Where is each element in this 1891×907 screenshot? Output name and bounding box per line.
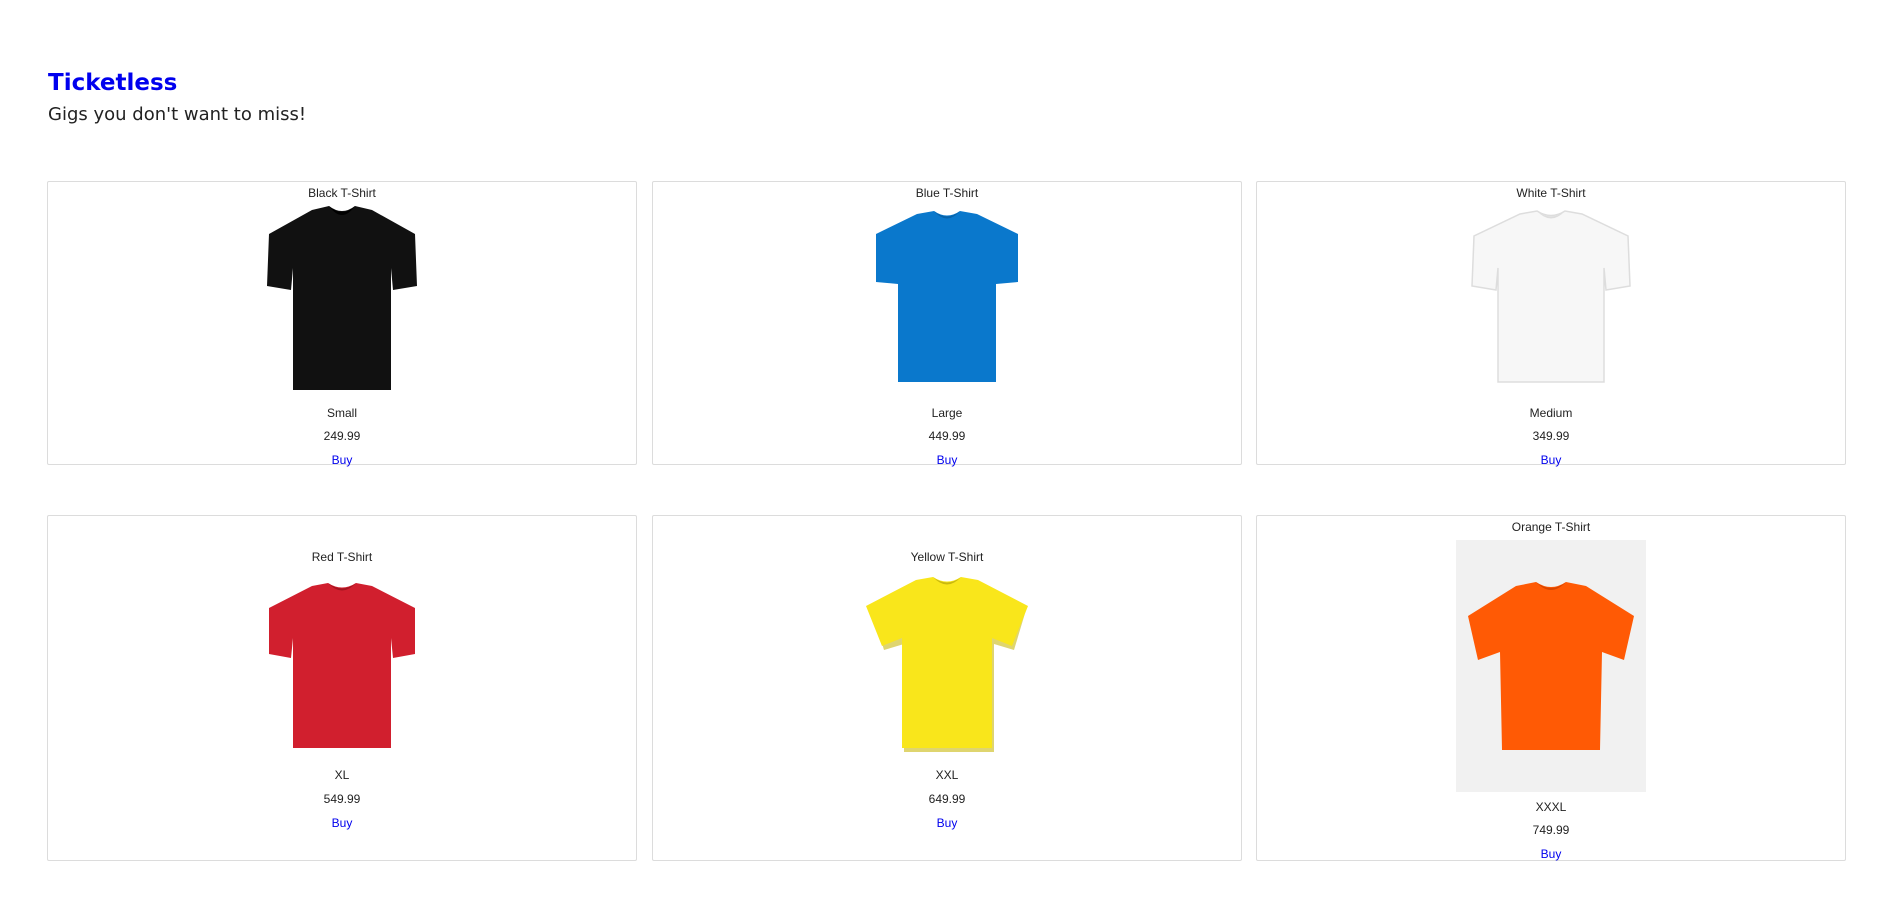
product-size: Small [326,406,357,420]
product-title: Yellow T-Shirt [910,550,984,564]
product-card-orange: Orange T-Shirt XXXL 749.99 Buy [1256,515,1846,861]
red-tshirt-icon [265,582,419,752]
product-title: Red T-Shirt [311,550,373,564]
product-image[interactable] [653,576,1241,756]
buy-button[interactable]: Buy [653,815,1241,831]
product-image[interactable] [48,204,636,396]
buy-button[interactable]: Buy [653,452,1241,468]
product-card-yellow: Yellow T-Shirt XXL 649.99 Buy [652,515,1242,861]
white-tshirt-icon [1468,210,1634,388]
product-title: Blue T-Shirt [915,186,979,200]
black-tshirt-icon [257,204,427,396]
product-image[interactable] [1257,540,1845,792]
product-image[interactable] [48,582,636,752]
product-card-black: Black T-Shirt Small 249.99 Buy [47,181,637,468]
product-card-blue: Blue T-Shirt Large 449.99 Buy [652,181,1242,468]
product-price: 649.99 [928,792,966,806]
buy-button[interactable]: Buy [1257,452,1845,468]
product-size: XXL [935,768,959,782]
product-price: 349.99 [1532,429,1570,443]
buy-button[interactable]: Buy [48,452,636,468]
brand-title[interactable]: Ticketless [48,68,177,98]
product-size: Large [931,406,963,420]
product-title: Black T-Shirt [308,186,376,200]
product-size: Medium [1529,406,1573,420]
product-price: 249.99 [323,429,361,443]
buy-button[interactable]: Buy [1257,846,1845,862]
product-price: 749.99 [1532,823,1570,837]
tagline: Gigs you don't want to miss! [48,104,307,125]
product-card-white: White T-Shirt Medium 349.99 Buy [1256,181,1846,468]
product-size: XL [334,768,350,782]
product-title: Orange T-Shirt [1511,520,1591,534]
product-title: White T-Shirt [1516,186,1586,200]
product-card-red: Red T-Shirt XL 549.99 Buy [47,515,637,861]
product-price: 449.99 [928,429,966,443]
yellow-tshirt-icon [862,576,1032,756]
product-image[interactable] [1257,210,1845,388]
product-price: 549.99 [323,792,361,806]
blue-tshirt-icon [872,210,1022,388]
orange-tshirt-icon [1456,540,1646,792]
product-size: XXXL [1535,800,1567,814]
buy-button[interactable]: Buy [48,815,636,831]
product-image[interactable] [653,210,1241,388]
